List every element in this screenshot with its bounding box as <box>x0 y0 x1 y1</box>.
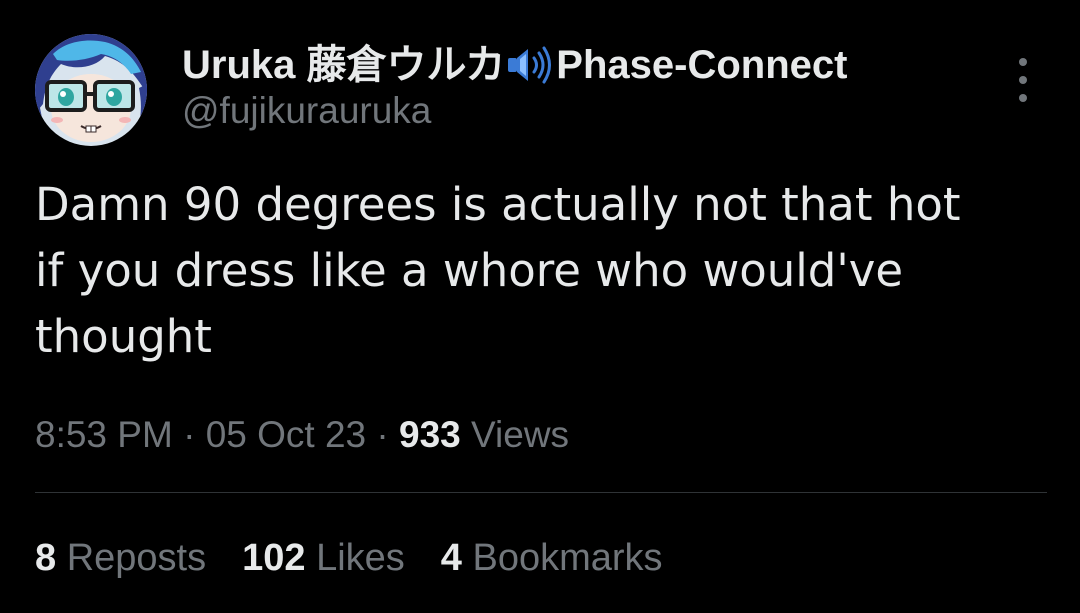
reposts-count: 8 <box>35 537 57 579</box>
meta-separator: · <box>172 414 206 455</box>
reposts-label: Reposts <box>56 537 207 579</box>
tweet-time[interactable]: 8:53 PM <box>35 414 173 455</box>
views-label: Views <box>460 414 570 455</box>
bookmarks-count: 4 <box>440 537 462 579</box>
tweet-date[interactable]: 05 Oct 23 <box>206 414 366 455</box>
display-name-text: Uruka 藤倉ウルカ <box>182 43 506 87</box>
more-options-icon <box>1019 58 1027 66</box>
more-options-button[interactable] <box>1008 58 1038 102</box>
speaker-high-volume-icon <box>506 45 554 85</box>
more-options-icon-dot <box>1019 94 1027 102</box>
bookmarks-label: Bookmarks <box>461 537 663 579</box>
meta-separator: · <box>366 414 400 455</box>
display-name[interactable]: Uruka 藤倉ウルカ Phase-Connect <box>182 40 847 90</box>
divider <box>35 492 1047 493</box>
tweet-text: Damn 90 degrees is actually not that hot… <box>35 178 961 363</box>
reposts-stat[interactable]: 8 Reposts <box>35 533 206 583</box>
tweet-meta: 8:53 PM · 05 Oct 23 · 933 Views <box>35 410 569 460</box>
user-handle[interactable]: @fujikurauruka <box>182 88 847 134</box>
display-name-suffix: Phase-Connect <box>556 43 848 87</box>
more-options-icon-dot <box>1019 76 1027 84</box>
avatar[interactable] <box>35 34 147 146</box>
likes-stat[interactable]: 102 Likes <box>242 533 405 583</box>
likes-count: 102 <box>242 537 306 579</box>
likes-label: Likes <box>305 537 405 579</box>
author-info: Uruka 藤倉ウルカ Phase-Connect @fujikurauruka <box>182 40 847 134</box>
views-count: 933 <box>399 414 461 455</box>
bookmarks-stat[interactable]: 4 Bookmarks <box>441 533 663 583</box>
engagement-stats: 8 Reposts 102 Likes 4 Bookmarks <box>35 533 699 583</box>
